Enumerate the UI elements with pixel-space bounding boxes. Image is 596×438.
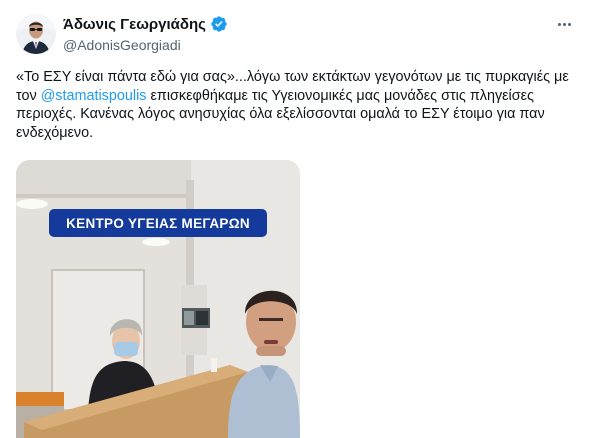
avatar[interactable] <box>16 14 56 54</box>
mention-link[interactable]: @stamatispoulis <box>41 88 147 104</box>
tweet-text: «Το ΕΣΥ είναι πάντα εδώ για σας»...λόγω … <box>16 68 582 142</box>
verified-badge-icon <box>210 15 228 33</box>
tweet-card: Άδωνις Γεωργιάδης @AdonisGeorgiadi «Το Ε… <box>0 0 596 438</box>
tweet-video[interactable]: ΚΕΝΤΡΟ ΥΓΕΙΑΣ ΜΕΓΑΡΩΝ <box>16 160 300 438</box>
author-name-row: Άδωνις Γεωργιάδης <box>63 15 228 33</box>
author-handle[interactable]: @AdonisGeorgiadi <box>63 37 181 53</box>
more-options-icon[interactable] <box>554 14 574 34</box>
video-frame <box>16 160 300 438</box>
location-banner: ΚΕΝΤΡΟ ΥΓΕΙΑΣ ΜΕΓΑΡΩΝ <box>49 209 267 237</box>
avatar-image <box>16 14 56 54</box>
author-display-name[interactable]: Άδωνις Γεωργιάδης <box>63 16 206 33</box>
